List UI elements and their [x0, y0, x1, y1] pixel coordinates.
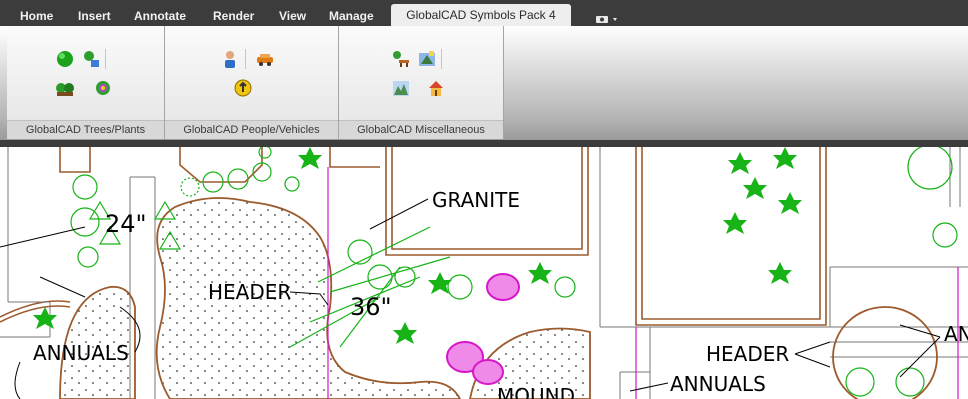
label-header-left: HEADER — [208, 280, 291, 304]
panel-label-miscellaneous: GlobalCAD Miscellaneous — [339, 120, 503, 139]
label-header-right: HEADER — [706, 342, 789, 366]
label-annuals-right: ANNUALS — [670, 372, 766, 396]
ribbon: GlobalCAD Trees/Plants GlobalCAD People/… — [0, 26, 968, 140]
label-mound: MOUND — [497, 384, 575, 399]
flower-icon[interactable] — [93, 78, 113, 98]
car-icon[interactable] — [255, 49, 275, 69]
tab-annotate[interactable]: Annotate — [134, 6, 186, 26]
landscape-icon[interactable] — [391, 78, 411, 98]
panel-label-trees-plants: GlobalCAD Trees/Plants — [7, 120, 164, 139]
planter-circle — [832, 306, 938, 399]
separator — [245, 49, 246, 69]
landscape-drawing: GRANITE HEADER HEADER 24" 36" ANNUALS AN… — [0, 147, 968, 399]
label-cut-right: AN — [944, 322, 968, 346]
playground-icon[interactable] — [426, 78, 446, 98]
fountain-icon[interactable] — [417, 49, 437, 69]
label-size-24: 24" — [105, 210, 147, 238]
tab-globalcad-symbols-pack-4[interactable]: GlobalCAD Symbols Pack 4 — [391, 4, 571, 26]
tab-view[interactable]: View — [279, 6, 306, 26]
potted-plant-icon[interactable] — [81, 49, 101, 69]
shrubs-icon[interactable] — [55, 78, 75, 98]
panel-miscellaneous: GlobalCAD Miscellaneous — [339, 26, 504, 139]
panel-label-people-vehicles: GlobalCAD People/Vehicles — [165, 120, 338, 139]
tab-manage[interactable]: Manage — [329, 6, 374, 26]
tab-render[interactable]: Render — [213, 6, 254, 26]
label-annuals-left: ANNUALS — [33, 341, 129, 365]
panel-people-vehicles: GlobalCAD People/Vehicles — [165, 26, 339, 139]
ribbon-tab-bar: Home Insert Annotate Render View Manage … — [0, 0, 968, 26]
separator — [441, 49, 442, 69]
bench-icon[interactable] — [391, 49, 411, 69]
camera-icon[interactable] — [595, 9, 621, 23]
tab-insert[interactable]: Insert — [78, 6, 111, 26]
label-granite: GRANITE — [432, 188, 520, 212]
gravel-area — [155, 197, 462, 399]
person-icon[interactable] — [220, 49, 240, 69]
separator — [105, 49, 106, 69]
ribbon-bottom-border — [0, 140, 968, 147]
sign-icon[interactable] — [233, 78, 253, 98]
label-size-36: 36" — [350, 293, 392, 321]
panel-trees-plants: GlobalCAD Trees/Plants — [7, 26, 165, 139]
tab-home[interactable]: Home — [20, 6, 53, 26]
drawing-canvas[interactable]: GRANITE HEADER HEADER 24" 36" ANNUALS AN… — [0, 147, 968, 399]
green-tree-icon[interactable] — [55, 49, 75, 69]
